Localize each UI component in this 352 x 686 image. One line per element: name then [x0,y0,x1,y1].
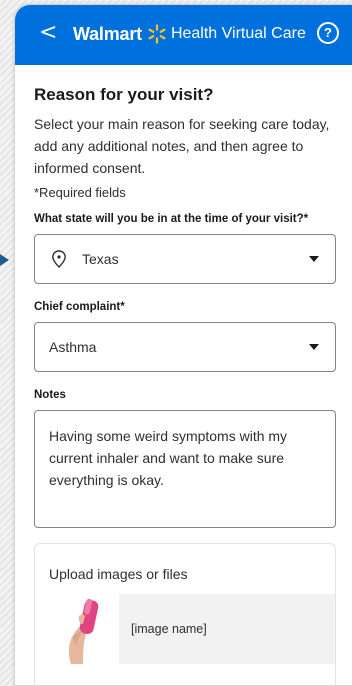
walmart-spark-icon [148,24,166,44]
upload-title: Upload images or files [49,566,188,582]
complaint-label: Chief complaint* [34,301,125,313]
notes-label: Notes [34,389,66,401]
page-description: Select your main reason for seeking care… [34,116,330,176]
file-name: [image name] [131,622,207,636]
required-note: *Required fields [34,185,126,200]
app-header: < Walmart Health Virtual Care ? [15,5,352,65]
location-pin-icon [52,250,66,268]
complaint-value: Asthma [49,339,97,355]
inhaler-hand-icon [68,598,99,664]
form-content: Reason for your visit? Select your main … [15,85,352,685]
phone-screen: < Walmart Health Virtual Care ? Reason f… [14,4,352,686]
state-value: Texas [82,251,119,267]
uploaded-file[interactable]: [image name] [49,594,335,664]
file-thumbnail [49,594,119,664]
state-select[interactable]: Texas [34,234,336,284]
brand-name: Walmart [73,23,142,44]
help-icon[interactable]: ? [317,22,339,44]
caret-down-icon [309,344,319,350]
brand-subtitle: Health Virtual Care [170,25,306,42]
notes-textarea[interactable]: Having some weird symptoms with my curre… [34,410,336,528]
back-icon[interactable]: < [39,22,57,44]
brand-logo: Walmart Health Virtual Care [73,23,306,45]
page-title: Reason for your visit? [34,85,214,104]
pointer-arrow-icon [0,254,9,266]
complaint-select[interactable]: Asthma [34,322,336,372]
caret-down-icon [309,256,319,262]
upload-section: Upload images or files [image name] [34,543,336,685]
state-label: What state will you be in at the time of… [34,213,309,225]
